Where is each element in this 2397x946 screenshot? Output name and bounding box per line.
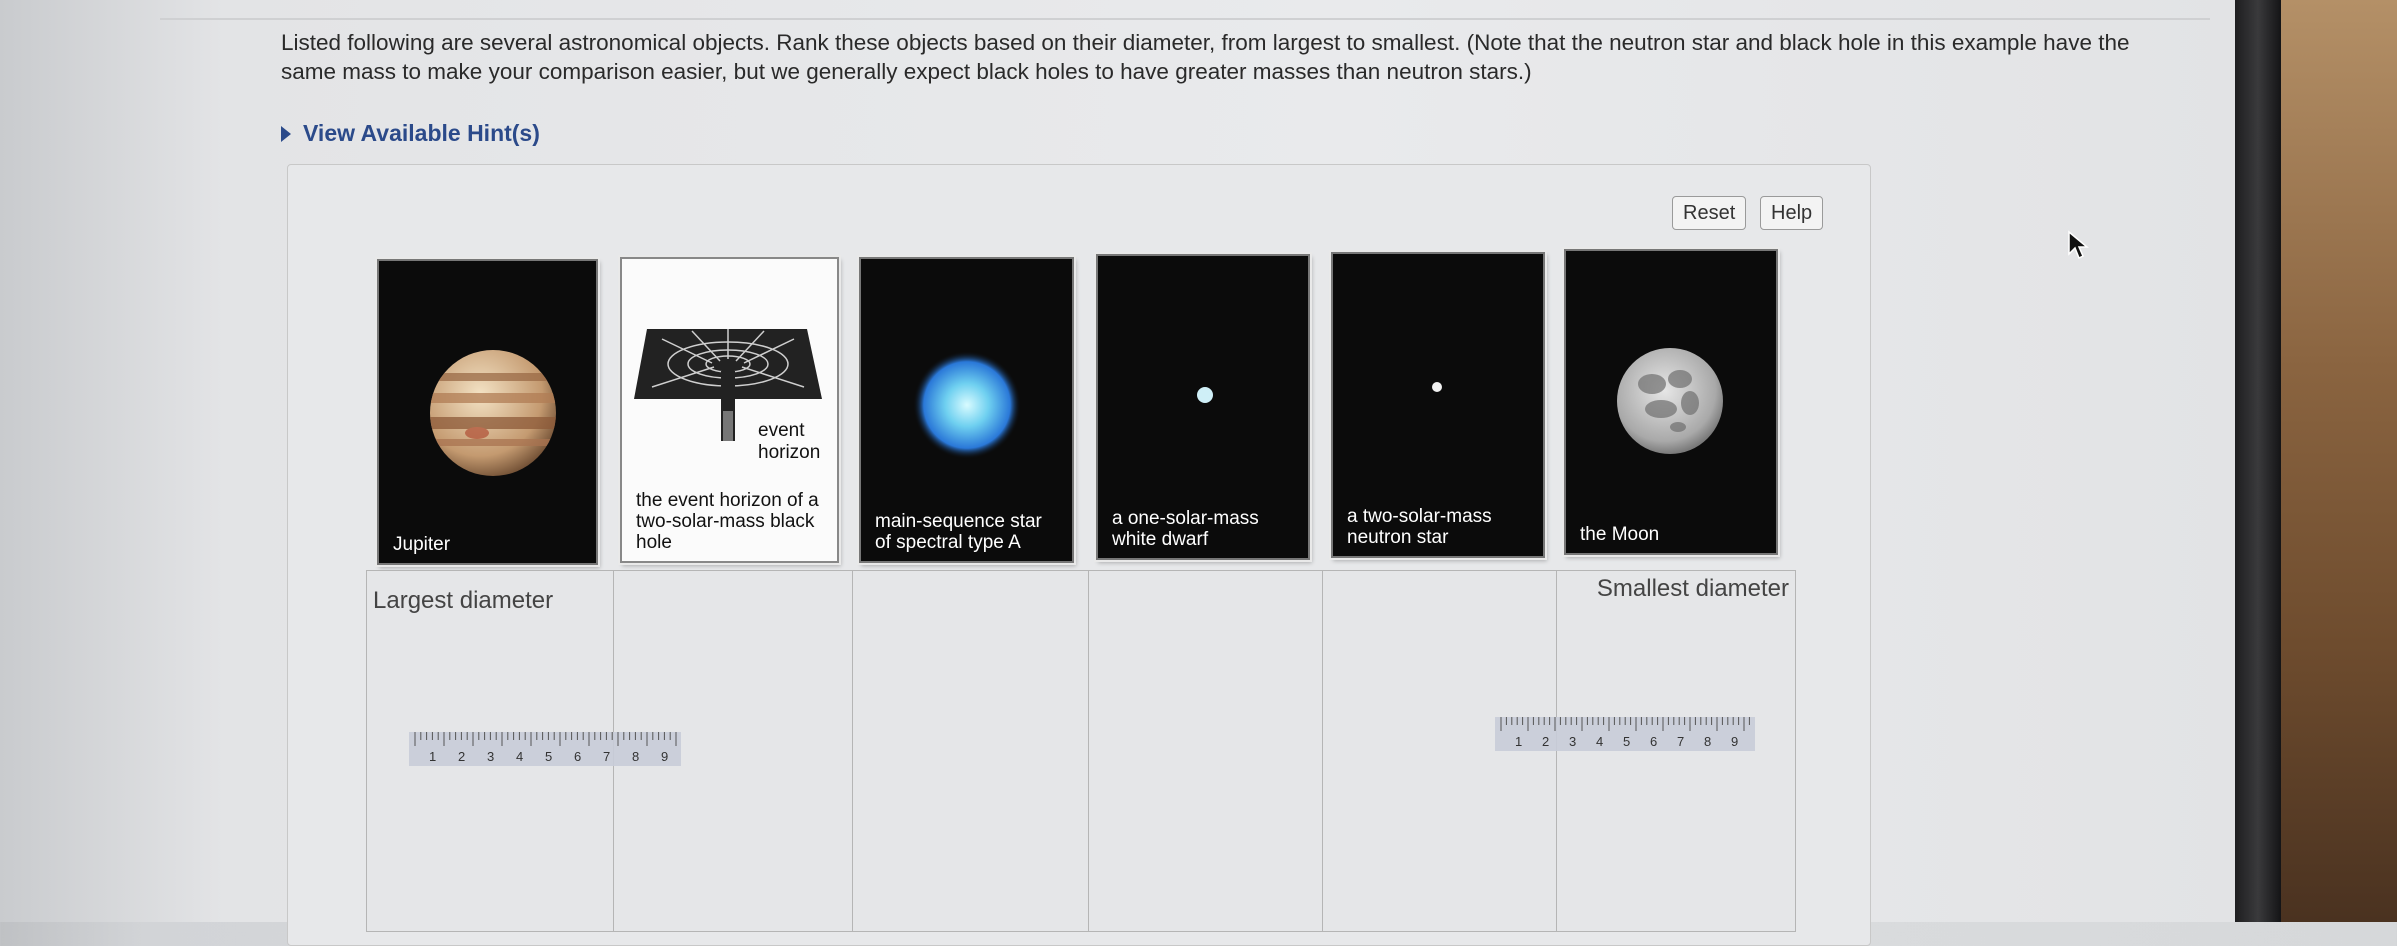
- disclosure-triangle-icon: [281, 125, 291, 142]
- card-a-star[interactable]: main-sequence star of spectral type A: [859, 257, 1074, 563]
- rank-slot-5[interactable]: [1322, 571, 1557, 931]
- ruler-number: 9: [1731, 734, 1738, 749]
- ruler-number: 1: [1515, 734, 1522, 749]
- card-label: the event horizon of a two-solar-mass bl…: [636, 490, 819, 553]
- card-label: a one-solar-mass white dwarf: [1112, 508, 1259, 550]
- jupiter-image: [430, 350, 556, 476]
- card-white-dwarf[interactable]: a one-solar-mass white dwarf: [1096, 254, 1310, 560]
- ruler-number: 3: [487, 749, 494, 764]
- ruler-number: 9: [661, 749, 668, 764]
- moon-image: [1617, 348, 1723, 454]
- ruler-number: 8: [1704, 734, 1711, 749]
- ruler-number: 3: [1569, 734, 1576, 749]
- hint-link-label: View Available Hint(s): [303, 120, 540, 146]
- neutron-star-dot: [1432, 382, 1442, 392]
- card-label: Jupiter: [393, 534, 451, 555]
- view-hints-toggle[interactable]: View Available Hint(s): [281, 120, 540, 147]
- ruler-number: 8: [632, 749, 639, 764]
- card-neutron-star[interactable]: a two-solar-mass neutron star: [1331, 252, 1545, 558]
- rank-slot-6[interactable]: [1556, 571, 1793, 931]
- card-label: main-sequence star of spectral type A: [875, 511, 1042, 553]
- largest-diameter-label: Largest diameter: [373, 587, 554, 614]
- ruler-left: 1 2 3 4 5 6 7 8 9: [409, 732, 681, 766]
- ruler-right: 1 2 3 4 5 6 7 8 9: [1495, 717, 1755, 751]
- rank-slot-4[interactable]: [1088, 571, 1323, 931]
- smallest-diameter-label: Smallest diameter: [1596, 575, 1789, 602]
- blue-star-image: [913, 351, 1021, 459]
- ruler-number: 6: [574, 749, 581, 764]
- question-text: Listed following are several astronomica…: [281, 30, 2130, 84]
- ruler-number: 5: [1623, 734, 1630, 749]
- card-jupiter[interactable]: Jupiter: [377, 259, 598, 565]
- card-moon[interactable]: the Moon: [1564, 249, 1778, 555]
- ruler-number: 1: [429, 749, 436, 764]
- ruler-number: 7: [603, 749, 610, 764]
- ruler-number: 7: [1677, 734, 1684, 749]
- reset-button[interactable]: Reset: [1672, 196, 1747, 230]
- ruler-number: 2: [458, 749, 465, 764]
- card-black-hole[interactable]: event horizon the event horizon of a two…: [620, 257, 839, 563]
- monitor-bezel: [2235, 0, 2281, 922]
- help-button[interactable]: Help: [1760, 196, 1824, 230]
- ruler-number: 6: [1650, 734, 1657, 749]
- rank-slot-3[interactable]: [852, 571, 1089, 931]
- ruler-number: 4: [1596, 734, 1603, 749]
- ruler-number: 2: [1542, 734, 1549, 749]
- card-label: a two-solar-mass neutron star: [1347, 506, 1492, 548]
- ruler-number: 5: [545, 749, 552, 764]
- background-desk: [2281, 0, 2397, 922]
- card-label: the Moon: [1580, 524, 1660, 545]
- event-horizon-callout: event horizon: [758, 420, 821, 463]
- mouse-cursor-icon: [2068, 230, 2089, 260]
- top-divider: [160, 18, 2210, 20]
- ruler-number: 4: [516, 749, 523, 764]
- white-dwarf-dot: [1197, 387, 1213, 403]
